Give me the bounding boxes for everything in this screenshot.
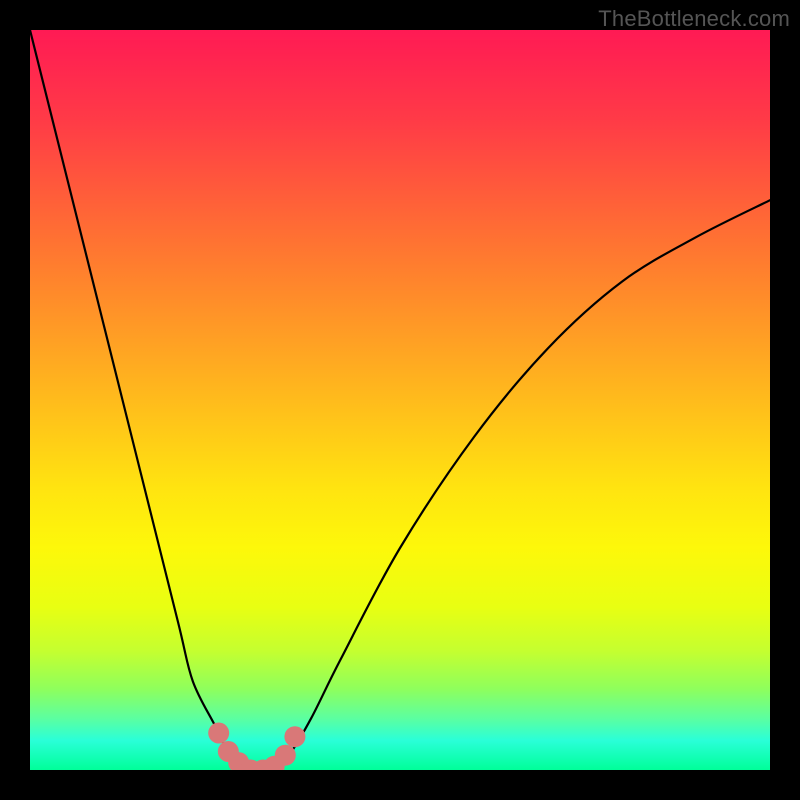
bottom-dots [208, 723, 305, 771]
marker-dot [284, 726, 305, 747]
marker-dot [275, 745, 296, 766]
chart-container: TheBottleneck.com [0, 0, 800, 800]
marker-dot [208, 723, 229, 744]
curve-svg [30, 30, 770, 770]
watermark-label: TheBottleneck.com [598, 6, 790, 32]
bottleneck-curve [30, 30, 770, 770]
plot-area [30, 30, 770, 770]
